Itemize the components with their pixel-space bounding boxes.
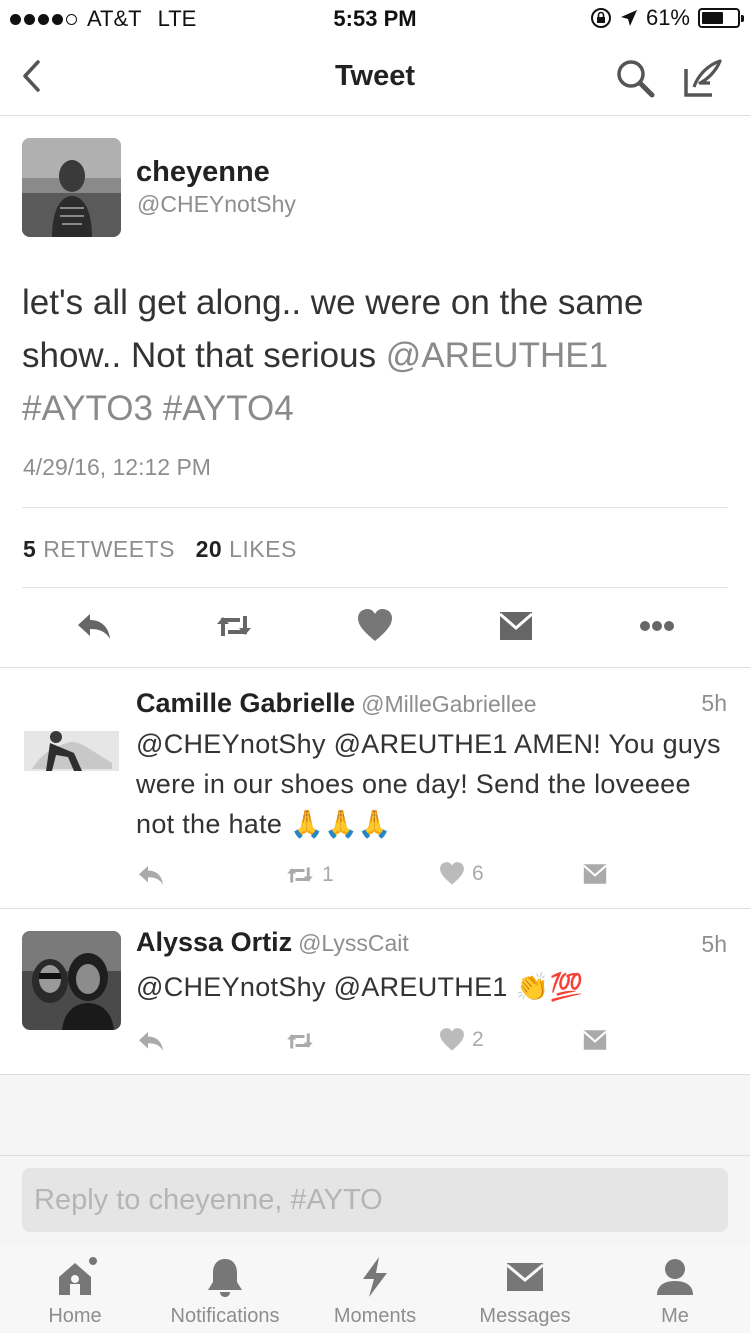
retweet-button[interactable]: 1 [284,860,334,890]
reply-input[interactable] [22,1168,728,1232]
direct-message-icon [583,1030,607,1050]
reply-tweet[interactable]: Camille Gabrielle @MilleGabriellee 5h @CH… [0,668,750,909]
reply-text: @CHEYnotShy @AREUTHE1 👏💯 [136,972,584,1002]
tweet-text: let's all get along.. we were on the sam… [22,276,722,435]
tweet-actions [0,606,750,646]
reply-time: 5h [701,690,727,716]
battery-icon [698,8,744,28]
tab-label: Home [48,1305,102,1327]
author-name[interactable]: cheyenne [136,156,270,189]
heart-icon [440,1028,464,1051]
reply-author-name[interactable]: Camille Gabrielle [136,688,355,718]
reply-button[interactable] [136,860,166,890]
lightning-icon [363,1257,387,1297]
tab-label: Messages [479,1305,571,1327]
tweet-hashtags[interactable]: #AYTO3 #AYTO4 [22,389,294,428]
reply-icon[interactable] [74,606,114,646]
reply-author-name[interactable]: Alyssa Ortiz [136,927,292,957]
divider [22,507,728,508]
like-count[interactable]: 20 [196,536,223,562]
battery-percent: 61% [645,5,690,30]
divider [22,587,728,588]
reply-time: 5h [701,931,727,957]
bell-icon [208,1259,242,1297]
avatar[interactable] [22,138,121,237]
tab-messages[interactable]: Messages [450,1255,600,1328]
like-count: 2 [472,1028,484,1051]
direct-message-button[interactable] [581,860,609,888]
reply-author[interactable]: Alyssa Ortiz @LyssCait [136,927,409,958]
reply-actions: 1 6 [136,860,636,894]
avatar[interactable] [22,931,121,1030]
author-handle[interactable]: @CHEYnotShy [137,191,296,218]
compose-icon[interactable] [680,55,726,101]
status-bar: AT&T LTE 5:53 PM 61% [0,0,750,40]
tab-home[interactable]: Home [0,1255,150,1328]
home-icon [59,1257,97,1295]
reply-button[interactable] [136,1026,166,1056]
avatar[interactable] [22,693,121,792]
retweet-count: 1 [322,863,334,886]
reply-icon [139,866,163,885]
reply-author-handle[interactable]: @LyssCait [298,930,409,956]
tweet-timestamp: 4/29/16, 12:12 PM [23,454,211,480]
like-button[interactable]: 2 [438,1026,484,1054]
tab-notifications[interactable]: Notifications [150,1255,300,1328]
direct-message-icon[interactable] [496,606,536,646]
tab-label: Notifications [170,1305,280,1327]
like-label[interactable]: LIKES [229,536,297,562]
retweet-icon [287,867,313,883]
more-icon[interactable] [637,606,677,646]
reply-actions: 2 [136,1026,636,1060]
direct-message-button[interactable] [581,1026,609,1054]
search-icon[interactable] [612,55,658,101]
tab-bar: Home Notifications Moments Messages Me [0,1245,750,1333]
reply-author-handle[interactable]: @MilleGabriellee [361,691,536,717]
tab-moments[interactable]: Moments [300,1255,450,1328]
like-count: 6 [472,862,484,885]
heart-icon [440,862,464,885]
reply-icon [139,1032,163,1051]
tab-label: Me [661,1305,689,1327]
main-tweet: cheyenne @CHEYnotShy let's all get along… [0,116,750,668]
empty-area [0,1075,750,1155]
retweet-icon[interactable] [214,606,254,646]
direct-message-icon [583,864,607,884]
retweet-icon [287,1033,313,1049]
reply-tweet[interactable]: Alyssa Ortiz @LyssCait 5h @CHEYnotShy @AR… [0,909,750,1075]
heart-icon[interactable] [355,606,395,646]
nav-bar: Tweet [0,40,750,116]
person-icon [657,1259,693,1295]
status-right: 61% [590,5,744,31]
reply-author[interactable]: Camille Gabrielle @MilleGabriellee [136,688,537,719]
tab-me[interactable]: Me [600,1255,750,1328]
retweet-count[interactable]: 5 [23,536,36,562]
retweet-label[interactable]: RETWEETS [43,536,175,562]
retweet-button[interactable] [284,1026,316,1056]
tweet-mention-link[interactable]: @AREUTHE1 [386,336,608,375]
rotation-lock-icon [590,8,611,28]
reply-text: @CHEYnotShy @AREUTHE1 AMEN! You guys wer… [136,729,721,839]
tab-label: Moments [333,1305,417,1327]
like-button[interactable]: 6 [438,860,484,888]
envelope-icon [506,1263,544,1291]
location-icon [620,10,637,26]
tweet-stats: 5 RETWEETS 20 LIKES [23,536,297,563]
reply-composer [0,1155,750,1245]
